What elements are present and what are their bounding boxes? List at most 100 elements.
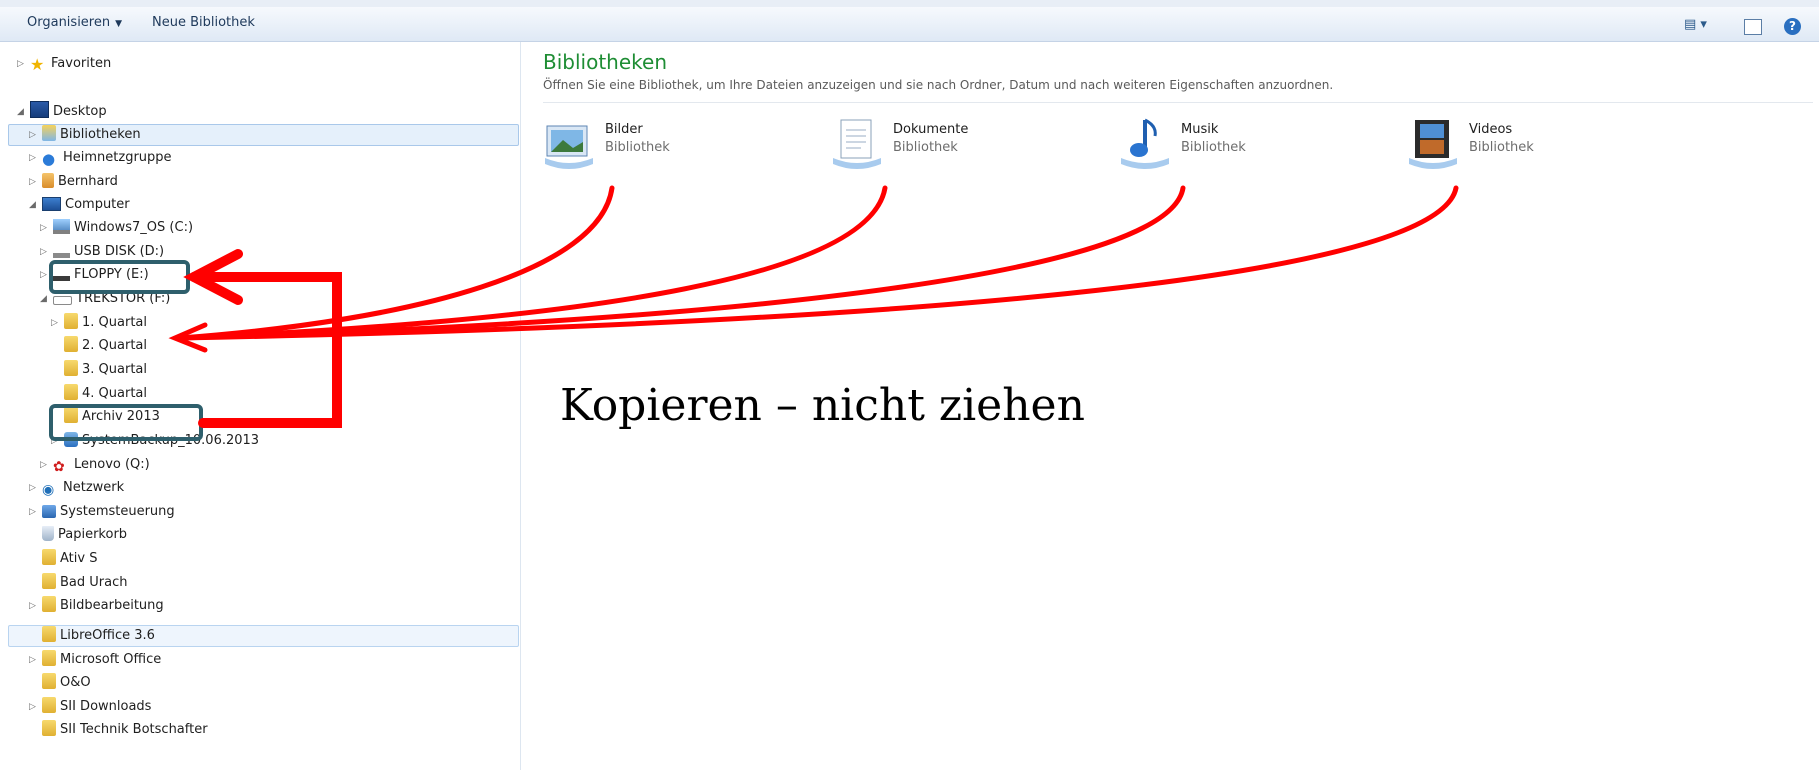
expand-icon[interactable]: ▷ xyxy=(40,264,47,286)
homegroup-icon: ● xyxy=(42,150,56,168)
expand-icon[interactable]: ▷ xyxy=(29,124,36,146)
organize-label: Organisieren xyxy=(27,15,111,30)
library-name: Videos xyxy=(1469,122,1513,137)
nav-item-q3[interactable]: 3. Quartal xyxy=(64,359,147,381)
nav-label: SII Downloads xyxy=(60,699,152,714)
folder-icon xyxy=(42,673,56,689)
view-icon[interactable]: ▤ ▾ xyxy=(1684,17,1707,35)
divider xyxy=(543,102,1813,103)
nav-item-user[interactable]: ▷ Bernhard xyxy=(29,171,118,193)
expand-icon[interactable]: ▷ xyxy=(29,649,36,671)
folder-icon xyxy=(64,313,78,329)
expand-icon[interactable]: ▷ xyxy=(29,147,36,169)
nav-label: 3. Quartal xyxy=(82,362,147,377)
nav-label: Ativ S xyxy=(60,551,98,566)
nav-label: Bernhard xyxy=(58,174,118,189)
star-icon: ★ xyxy=(30,55,45,74)
library-item-music[interactable]: Musik Bibliothek xyxy=(1119,118,1369,178)
collapse-icon[interactable]: ◢ xyxy=(40,288,47,310)
nav-label: LibreOffice 3.6 xyxy=(60,628,155,643)
library-name: Bilder xyxy=(605,122,643,137)
library-kind: Bibliothek xyxy=(1181,140,1246,155)
annotation-caption: Kopieren – nicht ziehen xyxy=(560,380,1085,431)
folder-icon xyxy=(42,650,56,666)
nav-item-sii-downloads[interactable]: ▷ SII Downloads xyxy=(29,696,152,718)
folder-icon xyxy=(42,626,56,642)
library-item-videos[interactable]: Videos Bibliothek xyxy=(1407,118,1657,178)
network-icon: ◉ xyxy=(42,482,55,498)
folder-icon xyxy=(42,596,56,612)
nav-item-ativ[interactable]: Ativ S xyxy=(42,548,97,570)
nav-item-computer[interactable]: ◢ Computer xyxy=(29,194,130,216)
desktop-icon xyxy=(30,101,49,118)
expand-icon[interactable]: ▷ xyxy=(29,171,36,193)
nav-label: Bibliotheken xyxy=(60,127,141,142)
nav-item-sii-tech[interactable]: SII Technik Botschafter xyxy=(42,719,208,741)
nav-item-favorites[interactable]: ▷ ★ Favoriten xyxy=(17,53,112,75)
videos-icon xyxy=(1409,120,1457,169)
nav-item-ms-office[interactable]: ▷ Microsoft Office xyxy=(29,649,162,671)
nav-label: Desktop xyxy=(53,104,107,119)
nav-item-recycle-bin[interactable]: Papierkorb xyxy=(42,524,127,546)
nav-item-image-editing[interactable]: ▷ Bildbearbeitung xyxy=(29,595,164,617)
folder-icon xyxy=(64,360,78,376)
collapse-icon[interactable]: ◢ xyxy=(29,194,36,216)
nav-item-bad-urach[interactable]: Bad Urach xyxy=(42,572,127,594)
folder-icon xyxy=(42,549,56,565)
nav-label: USB DISK (D:) xyxy=(74,244,165,259)
nav-item-q2[interactable]: 2. Quartal xyxy=(64,335,147,357)
nav-label: Computer xyxy=(65,197,130,212)
expand-icon[interactable]: ▷ xyxy=(17,53,24,75)
nav-item-desktop[interactable]: ◢ Desktop xyxy=(17,101,107,123)
usb-icon xyxy=(53,245,70,258)
library-name: Musik xyxy=(1181,122,1219,137)
nav-item-q4[interactable]: 4. Quartal xyxy=(64,383,147,405)
documents-icon xyxy=(833,119,881,169)
nav-item-drive-q[interactable]: ▷ ✿ Lenovo (Q:) xyxy=(40,454,150,476)
nav-label: Microsoft Office xyxy=(60,652,162,667)
organize-button[interactable]: Organisieren ▼ xyxy=(27,15,122,30)
expand-icon[interactable]: ▷ xyxy=(29,501,36,523)
expand-icon[interactable]: ▷ xyxy=(29,477,36,499)
nav-label: Lenovo (Q:) xyxy=(74,457,150,472)
new-library-button[interactable]: Neue Bibliothek xyxy=(152,15,255,30)
expand-icon[interactable]: ▷ xyxy=(29,696,36,718)
page-title: Bibliotheken xyxy=(543,50,667,74)
command-bar: Organisieren ▼ Neue Bibliothek ▤ ▾ ? xyxy=(0,0,1819,42)
folder-icon xyxy=(42,697,56,713)
chevron-down-icon: ▼ xyxy=(115,19,123,29)
nav-item-libraries[interactable]: ▷ Bibliotheken xyxy=(29,124,141,146)
preview-pane-icon[interactable] xyxy=(1744,19,1762,35)
nav-item-homegroup[interactable]: ▷ ● Heimnetzgruppe xyxy=(29,147,172,169)
highlight-box-floppy xyxy=(49,260,190,294)
library-kind: Bibliothek xyxy=(893,140,958,155)
expand-icon[interactable]: ▷ xyxy=(29,595,36,617)
nav-item-network[interactable]: ▷ ◉ Netzwerk xyxy=(29,477,124,499)
library-item-pictures[interactable]: Bilder Bibliothek xyxy=(543,118,793,178)
nav-item-q1[interactable]: ▷ 1. Quartal xyxy=(51,312,147,334)
library-kind: Bibliothek xyxy=(1469,140,1534,155)
drive-icon xyxy=(53,219,70,234)
user-icon xyxy=(42,173,54,188)
library-name: Dokumente xyxy=(893,122,969,137)
expand-icon[interactable]: ▷ xyxy=(40,217,47,239)
library-icon xyxy=(42,125,56,141)
library-kind: Bibliothek xyxy=(605,140,670,155)
nav-label: 1. Quartal xyxy=(82,315,147,330)
computer-icon xyxy=(42,197,61,211)
nav-item-control-panel[interactable]: ▷ Systemsteuerung xyxy=(29,501,175,523)
nav-label: Windows7_OS (C:) xyxy=(74,220,194,235)
nav-item-libreoffice[interactable]: LibreOffice 3.6 xyxy=(42,625,155,647)
library-item-documents[interactable]: Dokumente Bibliothek xyxy=(831,118,1081,178)
collapse-icon[interactable]: ◢ xyxy=(17,101,24,123)
nav-item-drive-c[interactable]: ▷ Windows7_OS (C:) xyxy=(40,217,194,239)
drive-icon: ✿ xyxy=(53,459,65,475)
folder-icon xyxy=(42,720,56,736)
nav-label: Favoriten xyxy=(51,56,112,71)
expand-icon[interactable]: ▷ xyxy=(40,454,47,476)
help-icon[interactable]: ? xyxy=(1784,18,1801,35)
expand-icon[interactable]: ▷ xyxy=(51,312,58,334)
nav-item-oo[interactable]: O&O xyxy=(42,672,91,694)
expand-icon[interactable]: ▷ xyxy=(40,241,47,263)
pictures-icon xyxy=(545,125,593,169)
